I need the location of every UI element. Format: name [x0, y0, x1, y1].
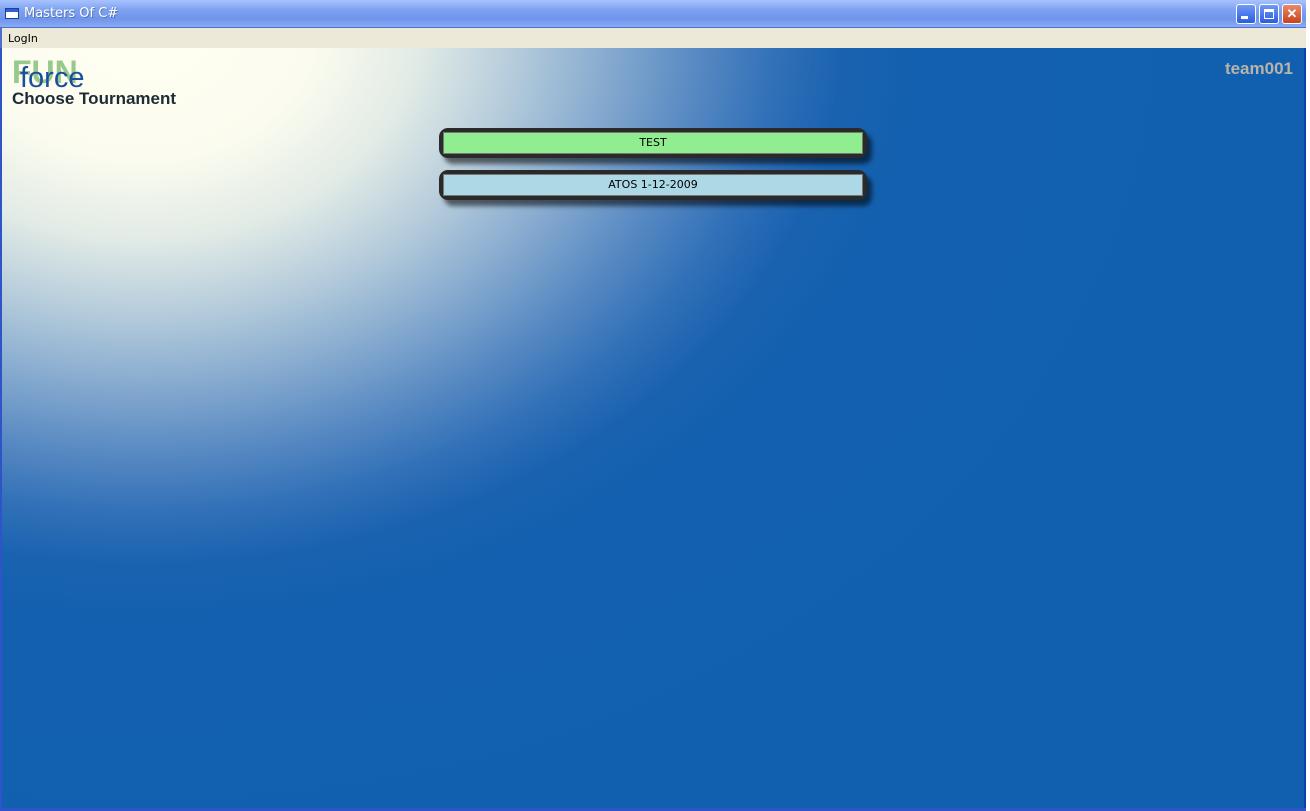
tournament-button-atos[interactable]: ATOS 1-12-2009: [439, 170, 867, 200]
minimize-icon: [1241, 16, 1248, 19]
funforce-logo: FUN force: [12, 56, 102, 94]
tournament-label: ATOS 1-12-2009: [443, 174, 863, 196]
page-title: Choose Tournament: [12, 89, 177, 108]
close-icon: ✕: [1286, 6, 1298, 21]
window-title: Masters Of C#: [24, 6, 119, 21]
maximize-button[interactable]: [1259, 4, 1279, 24]
tournament-label: TEST: [443, 132, 863, 154]
menu-item-login[interactable]: LogIn: [8, 32, 38, 45]
minimize-button[interactable]: [1236, 4, 1256, 24]
app-window-icon: [5, 8, 19, 19]
title-bar[interactable]: Masters Of C# ✕: [0, 0, 1306, 28]
menu-bar: LogIn: [0, 28, 1306, 48]
team-name-label: team001: [1224, 59, 1293, 78]
maximize-icon: [1264, 9, 1274, 19]
background-strip: [1306, 0, 1310, 811]
close-button[interactable]: ✕: [1282, 4, 1302, 24]
app-window: Masters Of C# ✕ LogIn FUN force Choose T…: [0, 0, 1306, 811]
tournament-button-test[interactable]: TEST: [439, 128, 867, 158]
main-content: FUN force Choose Tournament team001 TEST…: [2, 48, 1304, 808]
